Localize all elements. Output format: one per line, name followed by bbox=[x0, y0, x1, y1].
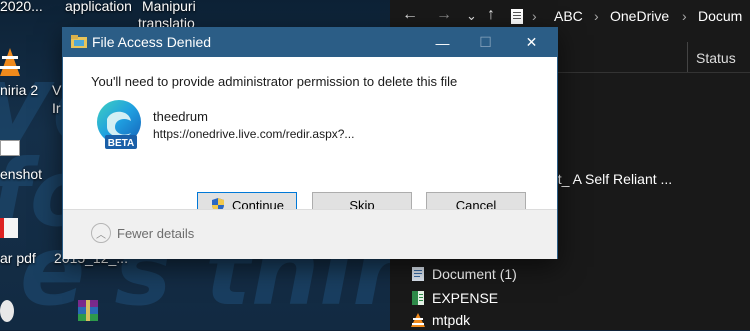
screenshot-icon[interactable] bbox=[0, 140, 20, 156]
desktop-label-icon1c[interactable]: Ir bbox=[52, 100, 61, 116]
file-name: mtpdk bbox=[432, 312, 471, 328]
file-name: EXPENSE bbox=[432, 290, 499, 306]
file-name: theedrum bbox=[153, 109, 208, 124]
chevron-up-icon[interactable]: ︿ bbox=[91, 223, 111, 243]
vlc-icon[interactable] bbox=[0, 48, 20, 78]
recent-dropdown-icon[interactable]: ⌄ bbox=[466, 8, 477, 24]
dialog-footer: ︿ Fewer details bbox=[63, 209, 557, 259]
breadcrumb-separator: › bbox=[594, 8, 599, 24]
breadcrumb-abc[interactable]: ABC bbox=[554, 8, 583, 24]
desktop-label-icon1b[interactable]: V bbox=[52, 82, 61, 98]
list-item[interactable]: nt_ A Self Reliant ... bbox=[550, 168, 672, 190]
minimize-button[interactable]: — bbox=[420, 28, 465, 57]
column-separator[interactable] bbox=[687, 42, 688, 72]
beta-badge: BETA bbox=[108, 138, 134, 149]
document-icon bbox=[511, 9, 523, 24]
file-name: Document (1) bbox=[432, 266, 517, 282]
list-item[interactable]: mtpdk bbox=[410, 309, 470, 331]
desktop-label-top2[interactable]: application bbox=[65, 0, 132, 14]
winrar-icon[interactable] bbox=[76, 300, 100, 322]
status-column-header[interactable]: Status bbox=[696, 50, 736, 66]
breadcrumb-onedrive[interactable]: OneDrive bbox=[610, 8, 669, 24]
breadcrumb-separator: › bbox=[682, 8, 687, 24]
maximize-button: ☐ bbox=[479, 34, 492, 50]
close-button[interactable]: ✕ bbox=[509, 28, 554, 57]
file-name: nt_ A Self Reliant ... bbox=[550, 171, 673, 187]
breadcrumb-separator: › bbox=[532, 8, 537, 24]
folder-icon bbox=[71, 35, 87, 48]
dialog-titlebar[interactable]: File Access Denied — ☐ ✕ bbox=[63, 28, 557, 57]
dialog-content: You'll need to provide administrator per… bbox=[63, 57, 557, 218]
dialog-title: File Access Denied bbox=[92, 34, 212, 50]
up-icon[interactable]: ↑ bbox=[487, 6, 495, 24]
desktop-label-icon2[interactable]: enshot bbox=[0, 166, 42, 182]
desktop-label-top1[interactable]: 2020... bbox=[0, 0, 43, 14]
file-access-denied-dialog: File Access Denied — ☐ ✕ You'll need to … bbox=[62, 27, 558, 259]
desktop-label-icon1[interactable]: niria 2 bbox=[0, 82, 38, 98]
edge-beta-icon: BETA bbox=[97, 100, 141, 149]
file-url: https://onedrive.live.com/redir.aspx?... bbox=[153, 127, 355, 141]
pdf-icon[interactable] bbox=[0, 218, 18, 238]
list-item[interactable]: Document (1) bbox=[410, 263, 517, 285]
app-icon[interactable] bbox=[0, 300, 14, 322]
document-file-icon bbox=[412, 267, 424, 281]
vlc-file-icon bbox=[411, 313, 425, 327]
desktop-label-icon3a[interactable]: ar pdf bbox=[0, 250, 36, 266]
fewer-details-link[interactable]: Fewer details bbox=[117, 226, 194, 241]
forward-icon[interactable]: → bbox=[436, 6, 452, 24]
spreadsheet-file-icon bbox=[412, 291, 424, 305]
list-item[interactable]: EXPENSE bbox=[410, 287, 498, 309]
back-icon[interactable]: ← bbox=[402, 6, 418, 24]
desktop-label-top3[interactable]: Manipuri bbox=[142, 0, 196, 14]
breadcrumb-documents[interactable]: Docum bbox=[698, 8, 742, 24]
permission-message: You'll need to provide administrator per… bbox=[91, 74, 458, 89]
